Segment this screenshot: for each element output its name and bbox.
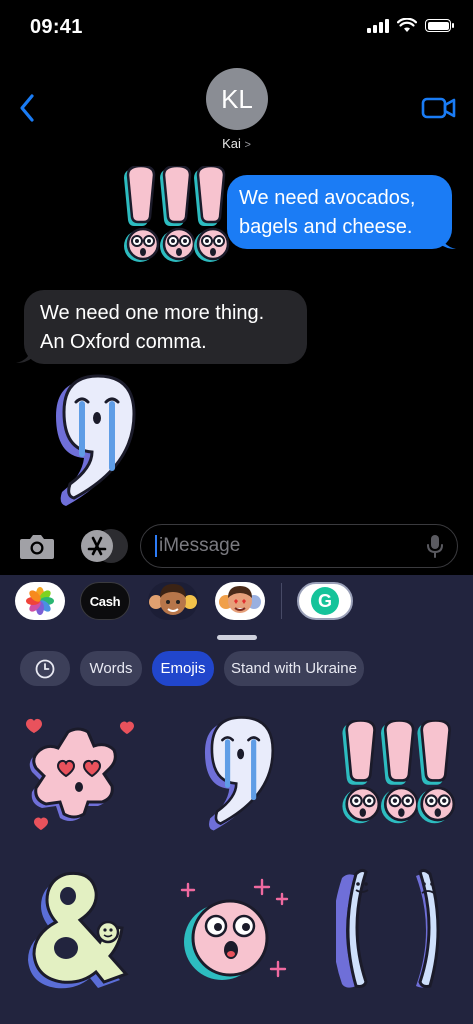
apple-cash-label: Cash [89, 593, 121, 609]
heart-eyes-flower-sticker[interactable] [18, 712, 140, 836]
back-chevron-icon[interactable] [16, 92, 38, 124]
category-chip-stand-with-ukraine[interactable]: Stand with Ukraine [224, 651, 364, 686]
wifi-icon [397, 18, 417, 32]
battery-icon [425, 19, 454, 32]
grammarly-icon: G [311, 587, 339, 615]
category-chip-emojis[interactable]: Emojis [152, 651, 214, 686]
clock-icon [35, 659, 55, 678]
parentheses-sticker[interactable] [336, 866, 456, 990]
message-text-line: An Oxford comma. [40, 331, 207, 353]
message-text-line: We need avocados, [239, 187, 416, 209]
bubble-tail [440, 232, 456, 249]
grammarly-app-button[interactable]: G [297, 582, 353, 620]
status-time: 09:41 [30, 16, 83, 38]
apple-cash-app-button[interactable]: Cash [80, 582, 130, 620]
incoming-message-bubble[interactable]: We need one more thing. An Oxford comma. [24, 290, 307, 364]
status-icons [367, 18, 454, 33]
outgoing-message-bubble[interactable]: We need avocados, bagels and cheese. [227, 175, 452, 249]
memoji-stickers-icon [219, 586, 261, 613]
facetime-video-icon[interactable] [421, 96, 457, 120]
photos-app-button[interactable] [15, 582, 65, 620]
contact-chevron-icon: > [244, 139, 251, 151]
surprised-face-sticker[interactable] [174, 872, 298, 990]
app-drawer-divider [281, 583, 282, 619]
bubble-tail [16, 346, 32, 363]
contact-name[interactable]: Kai > [0, 136, 473, 151]
input-placeholder: iMessage [159, 535, 241, 556]
imessage-input[interactable]: iMessage [140, 524, 458, 568]
cellular-signal-icon [367, 18, 389, 33]
memoji-stickers-app-button[interactable] [215, 582, 265, 620]
contact-avatar[interactable]: KL [206, 68, 268, 130]
exclamation-marks-sticker[interactable] [118, 166, 230, 266]
recents-category-button[interactable] [20, 651, 70, 686]
camera-icon[interactable] [18, 531, 56, 561]
text-cursor [155, 535, 157, 557]
memoji-app-button[interactable] [148, 582, 198, 620]
drawer-grab-handle[interactable] [217, 635, 257, 640]
crying-comma-sticker[interactable] [48, 372, 140, 510]
message-text-line: bagels and cheese. [239, 216, 413, 238]
exclamation-marks-sticker[interactable] [336, 720, 456, 828]
microphone-icon[interactable] [427, 534, 443, 558]
ampersand-sticker[interactable] [26, 868, 134, 990]
memoji-icon [149, 584, 197, 615]
crying-comma-sticker[interactable] [198, 714, 278, 834]
app-store-icon[interactable] [80, 529, 128, 563]
photos-icon [26, 587, 54, 615]
grammarly-letter: G [317, 590, 332, 611]
contact-name-label: Kai [222, 136, 241, 151]
message-text-line: We need one more thing. [40, 302, 265, 324]
category-chip-words[interactable]: Words [80, 651, 142, 686]
